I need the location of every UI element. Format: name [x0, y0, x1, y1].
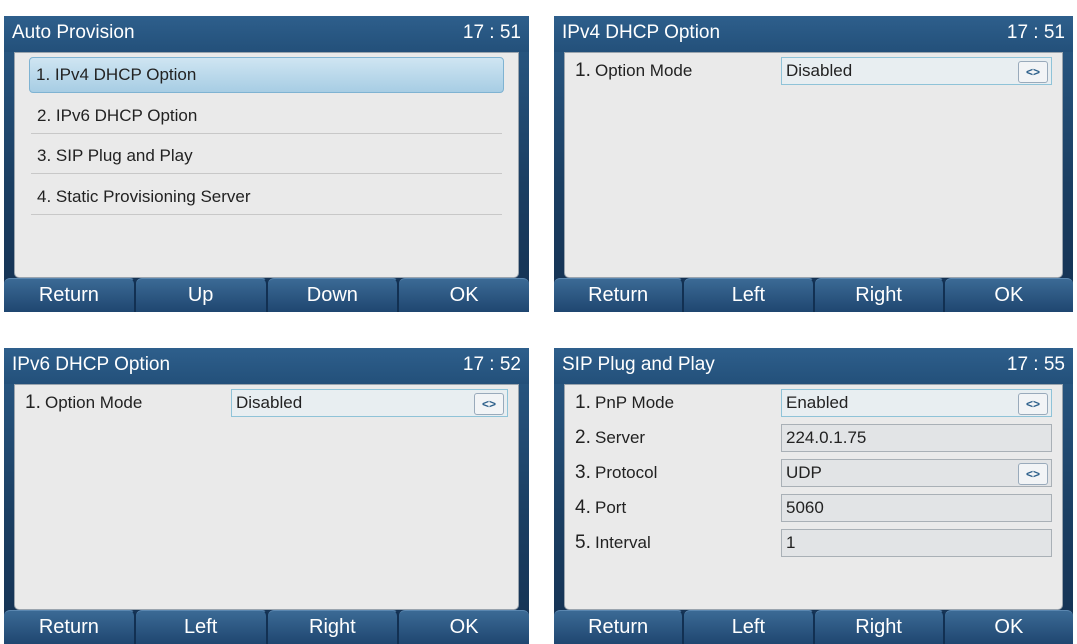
row-number: 1.	[25, 392, 41, 413]
right-button[interactable]: Right	[267, 610, 400, 644]
pnp-mode-value: Enabled	[786, 393, 849, 412]
row-number: 1.	[575, 60, 591, 81]
row-number: 3.	[575, 462, 591, 483]
interval-label: Interval	[595, 533, 651, 552]
row-number: 5.	[575, 532, 591, 553]
option-mode-row: 1. Option Mode Disabled <>	[25, 387, 508, 419]
option-mode-label: Option Mode	[45, 393, 143, 412]
server-value: 224.0.1.75	[786, 428, 867, 447]
return-button[interactable]: Return	[4, 610, 136, 644]
option-mode-row: 1. Option Mode Disabled <>	[575, 55, 1052, 87]
right-button[interactable]: Right	[814, 278, 945, 312]
option-mode-value: Disabled	[786, 61, 853, 80]
row-number: 2.	[575, 427, 591, 448]
menu-item-ipv4-dhcp-option[interactable]: 1. IPv4 DHCP Option	[29, 57, 504, 93]
menu-item-static-provisioning-server[interactable]: 4. Static Provisioning Server	[31, 179, 502, 215]
option-mode-select[interactable]: Disabled <>	[781, 57, 1052, 85]
menu-item-sip-plug-and-play[interactable]: 3. SIP Plug and Play	[31, 138, 502, 174]
protocol-value: UDP	[786, 463, 822, 482]
switch-arrows-icon[interactable]: <>	[1018, 61, 1048, 83]
settings-panel: 1. Option Mode Disabled <>	[14, 384, 519, 610]
left-button[interactable]: Left	[135, 610, 268, 644]
protocol-select[interactable]: UDP <>	[781, 459, 1052, 487]
protocol-label: Protocol	[595, 463, 658, 482]
server-label: Server	[595, 428, 646, 447]
up-button[interactable]: Up	[135, 278, 268, 312]
down-button[interactable]: Down	[267, 278, 400, 312]
return-button[interactable]: Return	[554, 610, 685, 644]
port-value: 5060	[786, 498, 824, 517]
softkey-bar: Return Left Right OK	[4, 610, 529, 644]
pnp-mode-label: PnP Mode	[595, 393, 675, 412]
clock: 17 : 51	[462, 22, 521, 43]
title-bar: IPv6 DHCP Option 17 : 52	[4, 348, 529, 384]
menu-item-ipv6-dhcp-option[interactable]: 2. IPv6 DHCP Option	[31, 98, 502, 134]
return-button[interactable]: Return	[4, 278, 136, 312]
server-input[interactable]: 224.0.1.75	[781, 424, 1052, 452]
clock: 17 : 55	[1006, 354, 1065, 375]
protocol-row: 3. Protocol UDP <>	[575, 457, 1052, 489]
option-mode-label: Option Mode	[595, 61, 693, 80]
clock: 17 : 52	[462, 354, 521, 375]
right-button[interactable]: Right	[814, 610, 945, 644]
server-row: 2. Server 224.0.1.75	[575, 422, 1052, 454]
pnp-mode-row: 1. PnP Mode Enabled <>	[575, 387, 1052, 419]
clock: 17 : 51	[1006, 22, 1065, 43]
ok-button[interactable]: OK	[399, 278, 529, 312]
port-input[interactable]: 5060	[781, 494, 1052, 522]
ok-button[interactable]: OK	[944, 610, 1073, 644]
screen-title: IPv6 DHCP Option	[12, 354, 171, 375]
settings-panel: 1. Option Mode Disabled <>	[564, 52, 1063, 278]
port-label: Port	[595, 498, 627, 517]
screen-auto-provision: Auto Provision 17 : 51 1. IPv4 DHCP Opti…	[4, 16, 529, 312]
ok-button[interactable]: OK	[399, 610, 529, 644]
option-mode-value: Disabled	[236, 393, 303, 412]
softkey-bar: Return Left Right OK	[554, 610, 1073, 644]
menu-panel: 1. IPv4 DHCP Option 2. IPv6 DHCP Option …	[14, 52, 519, 278]
switch-arrows-icon[interactable]: <>	[474, 393, 504, 415]
screen-title: SIP Plug and Play	[562, 354, 715, 375]
interval-row: 5. Interval 1	[575, 527, 1052, 559]
interval-value: 1	[786, 533, 796, 552]
return-button[interactable]: Return	[554, 278, 685, 312]
option-mode-select[interactable]: Disabled <>	[231, 389, 508, 417]
softkey-bar: Return Up Down OK	[4, 278, 529, 312]
softkey-bar: Return Left Right OK	[554, 278, 1073, 312]
pnp-mode-select[interactable]: Enabled <>	[781, 389, 1052, 417]
port-row: 4. Port 5060	[575, 492, 1052, 524]
screen-ipv6-dhcp-option: IPv6 DHCP Option 17 : 52 1. Option Mode …	[4, 348, 529, 644]
title-bar: SIP Plug and Play 17 : 55	[554, 348, 1073, 384]
screen-ipv4-dhcp-option: IPv4 DHCP Option 17 : 51 1. Option Mode …	[554, 16, 1073, 312]
screen-title: Auto Provision	[12, 22, 135, 43]
row-number: 1.	[575, 392, 591, 413]
row-number: 4.	[575, 497, 591, 518]
left-button[interactable]: Left	[684, 610, 815, 644]
switch-arrows-icon[interactable]: <>	[1018, 463, 1048, 485]
screen-sip-plug-and-play: SIP Plug and Play 17 : 55 1. PnP Mode En…	[554, 348, 1073, 644]
interval-input[interactable]: 1	[781, 529, 1052, 557]
ok-button[interactable]: OK	[944, 278, 1073, 312]
title-bar: Auto Provision 17 : 51	[4, 16, 529, 52]
title-bar: IPv4 DHCP Option 17 : 51	[554, 16, 1073, 52]
switch-arrows-icon[interactable]: <>	[1018, 393, 1048, 415]
settings-panel: 1. PnP Mode Enabled <> 2. Server 224.0.1…	[564, 384, 1063, 610]
left-button[interactable]: Left	[684, 278, 815, 312]
screen-title: IPv4 DHCP Option	[562, 22, 721, 43]
